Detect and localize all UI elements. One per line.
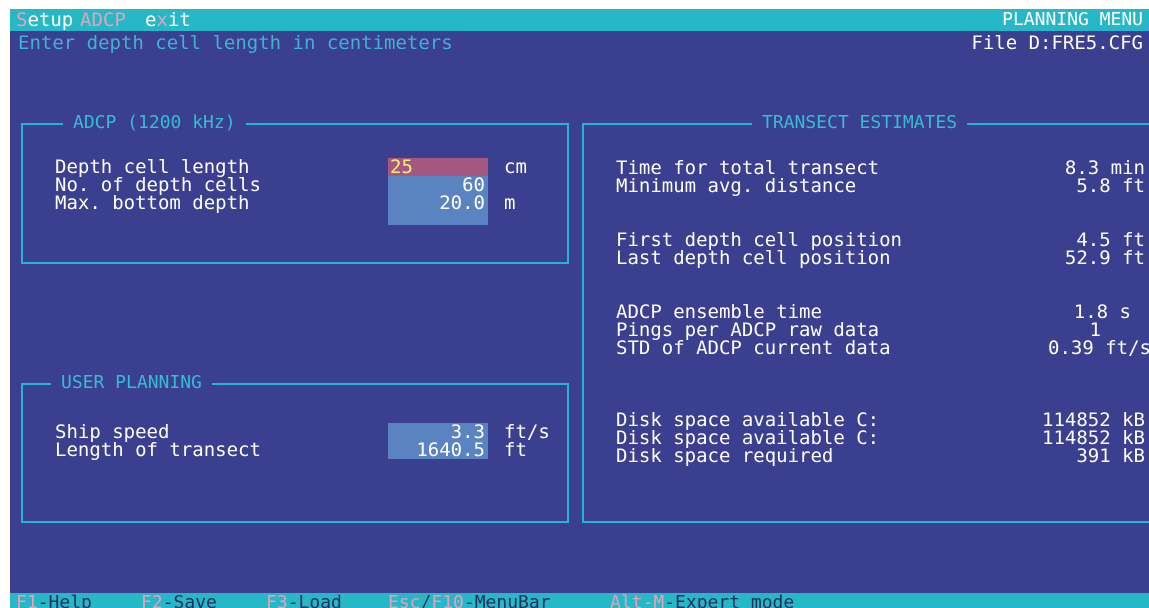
user-planning-panel-title: USER PLANNING [51,372,212,394]
help-key-label: -Help [37,592,92,608]
menu-adcp[interactable]: ADCP [80,10,126,30]
load-key: F3 [266,592,288,608]
max-bottom-depth-unit: m [504,192,516,214]
save-key: F2 [141,592,163,608]
save-key-label: -Save [162,592,217,608]
depth-cell-length-unit: cm [504,156,527,178]
min-avg-distance-value: 5.8 ft [1076,175,1145,197]
disk-required-value: 391 kB [1076,445,1145,467]
key-separator: / [420,592,432,608]
transect-length-unit: ft [504,439,527,461]
transect-estimates-panel-title: TRANSECT ESTIMATES [752,112,968,134]
menu-exit-part2: it [167,9,191,31]
load-key-hint[interactable]: F3-Load [266,593,342,608]
menu-exit-hotkey: x [156,9,168,31]
disk-required-label: Disk space required [616,445,834,467]
alt-m-key: Alt-M [610,592,665,608]
help-key: F1 [16,592,38,608]
menubar-key-label: -MenuBar [463,592,551,608]
status-bar: F1-Help F2-Save F3-Load Esc/F10-MenuBar … [10,593,1149,608]
max-bottom-depth-field[interactable]: 20.0 [388,194,488,213]
menu-exit[interactable]: exit [145,10,191,30]
menu-setup[interactable]: Setup [16,10,73,30]
expert-mode-label: -Expert mode [664,592,795,608]
std-current-label: STD of ADCP current data [616,337,891,359]
last-cell-position-label: Last depth cell position [616,247,891,269]
file-name: File D:FRE5.CFG [971,32,1143,54]
transect-length-label: Length of transect [55,439,261,461]
transect-length-field[interactable]: 1640.5 [388,441,488,460]
min-avg-distance-label: Minimum avg. distance [616,175,857,197]
menu-bar: Setup ADCP exit PLANNING MENU [10,9,1149,31]
esc-key: Esc [388,592,421,608]
max-bottom-depth-label: Max. bottom depth [55,192,250,214]
load-key-label: -Load [287,592,342,608]
std-current-value: 0.39 ft/s [1048,337,1149,359]
menu-setup-hotkey: S [16,9,28,31]
save-key-hint[interactable]: F2-Save [141,593,217,608]
adcp-panel-title: ADCP (1200 kHz) [63,112,246,134]
menu-title: PLANNING MENU [1002,9,1143,30]
menu-exit-part1: e [145,9,157,31]
menu-setup-label: etup [27,9,74,31]
menubar-key-hint[interactable]: Esc/F10-MenuBar [388,593,551,608]
f10-key: F10 [431,592,464,608]
dos-screen: Setup ADCP exit PLANNING MENU Enter dept… [10,9,1149,608]
help-key-hint[interactable]: F1-Help [16,593,92,608]
last-cell-position-value: 52.9 ft [1064,247,1145,269]
expert-mode-key-hint[interactable]: Alt-M-Expert mode [610,593,794,608]
ensemble-time-value: 1.8 s [1073,301,1131,323]
hint-line: Enter depth cell length in centimeters [18,32,453,54]
